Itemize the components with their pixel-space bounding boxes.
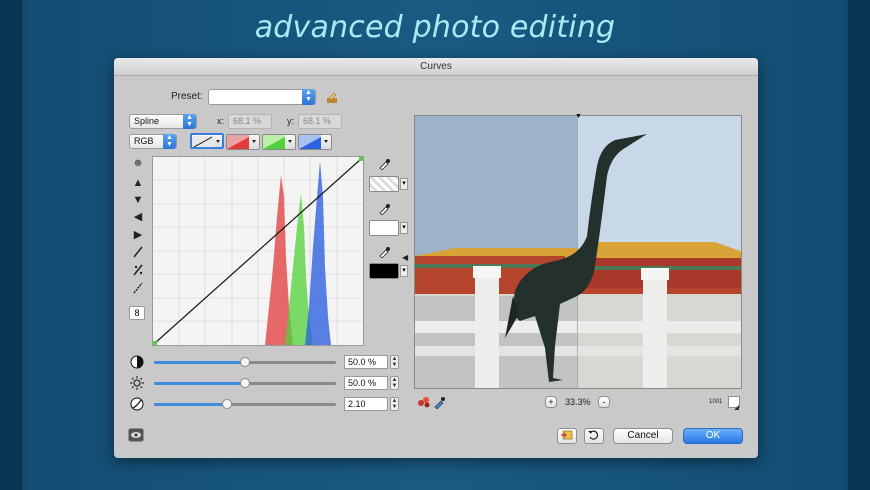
sun-icon (130, 376, 144, 390)
brightness-slider[interactable] (154, 378, 336, 388)
split-marker-icon[interactable]: ▼ (575, 113, 582, 120)
dialog-title: Curves (114, 58, 758, 76)
curve-graph-svg (153, 157, 363, 345)
import-button[interactable] (557, 428, 577, 444)
undo-icon (588, 430, 599, 440)
x-field[interactable]: 68.1 % (228, 114, 272, 129)
contrast-stepper-icon[interactable]: ▲ ▼ (390, 355, 399, 369)
color-sample-icon[interactable] (417, 395, 431, 409)
preview-toggle-icon[interactable] (128, 428, 144, 442)
contrast-icon (130, 355, 144, 369)
curve-point-start (153, 341, 157, 345)
x-label: x: (217, 116, 225, 126)
draw-line-icon[interactable] (131, 246, 145, 260)
y-field[interactable]: 68.1 % (298, 114, 342, 129)
import-icon (561, 430, 573, 440)
eyedropper-black-icon[interactable] (378, 157, 390, 171)
curves-dialog: Curves Preset: ▲ ▼ Spline ▲ ▼ x: 68.1 % y:… (114, 58, 758, 458)
zoom-out-button[interactable]: - (598, 396, 610, 408)
channel-stepper-icon[interactable]: ▲ ▼ (163, 134, 176, 149)
midtone-swatch-chevron-icon[interactable]: ▾ (400, 222, 408, 234)
gamma-value[interactable]: 2.10 (344, 397, 388, 411)
move-left-icon[interactable]: ◀ (131, 210, 145, 224)
channel-green-button[interactable] (262, 134, 296, 150)
contrast-slider-fill (154, 361, 245, 364)
gamma-slider-fill (154, 403, 227, 406)
highlight-swatch[interactable] (369, 263, 399, 279)
midtone-swatch[interactable] (369, 220, 399, 236)
contrast-slider[interactable] (154, 357, 336, 367)
shadow-swatch[interactable] (369, 176, 399, 192)
mode-select[interactable]: Spline ▲ ▼ (129, 114, 197, 129)
left-edge (0, 0, 22, 490)
cancel-button[interactable]: Cancel (613, 428, 673, 444)
preset-select[interactable]: ▲ ▼ (208, 89, 316, 105)
split-handle-icon[interactable]: ◀ (402, 253, 408, 262)
channel-red-button[interactable] (226, 134, 260, 150)
zoom-value: 33.3% (565, 397, 591, 407)
ratio-label: 1001 (709, 399, 723, 405)
brightness-slider-knob[interactable] (240, 378, 250, 388)
eyedropper-white-icon[interactable] (378, 245, 390, 259)
eyedropper-gray-icon[interactable] (378, 202, 390, 216)
y-label: y: (287, 116, 295, 126)
pencil-curve-icon[interactable] (131, 282, 145, 296)
mode-stepper-icon[interactable]: ▲ ▼ (183, 114, 196, 129)
preset-label: Preset: (171, 91, 203, 102)
brightness-value[interactable]: 50.0 % (344, 376, 388, 390)
headline: advanced photo editing (254, 10, 616, 45)
point-count-field[interactable]: 8 (129, 306, 145, 320)
right-edge (848, 0, 870, 490)
contrast-value[interactable]: 50.0 % (344, 355, 388, 369)
curve-point-end (359, 157, 363, 161)
curve-graph[interactable] (152, 156, 364, 346)
channel-rgb-button[interactable] (190, 133, 224, 149)
move-right-icon[interactable]: ▶ (131, 228, 145, 242)
preview-image[interactable] (414, 115, 742, 389)
save-preset-icon[interactable] (326, 91, 338, 103)
gamma-slider[interactable] (154, 399, 336, 409)
gamma-slider-knob[interactable] (222, 399, 232, 409)
reset-button[interactable] (584, 428, 604, 444)
channel-value: RGB (134, 136, 154, 146)
gamma-stepper-icon[interactable]: ▲ ▼ (390, 397, 399, 411)
smooth-curve-icon[interactable] (131, 264, 145, 278)
channel-select[interactable]: RGB ▲ ▼ (129, 134, 177, 149)
preset-stepper-icon[interactable]: ▲ ▼ (302, 89, 315, 105)
eyedropper-preview-icon[interactable] (433, 395, 445, 410)
highlight-swatch-chevron-icon[interactable]: ▾ (400, 265, 408, 277)
gamma-icon (130, 397, 144, 411)
ok-button[interactable]: OK (683, 428, 743, 444)
preview-photo (415, 116, 741, 388)
mode-value: Spline (134, 116, 160, 126)
fit-window-icon[interactable] (728, 396, 740, 410)
brightness-stepper-icon[interactable]: ▲ ▼ (390, 376, 399, 390)
move-up-icon[interactable]: ▲ (131, 176, 145, 190)
preset-value (209, 95, 213, 105)
hand-icon[interactable]: ☻ (131, 156, 145, 170)
channel-blue-button[interactable] (298, 134, 332, 150)
zoom-in-button[interactable]: + (545, 396, 557, 408)
shadow-swatch-chevron-icon[interactable]: ▾ (400, 178, 408, 190)
move-down-icon[interactable]: ▼ (131, 193, 145, 207)
brightness-slider-fill (154, 382, 245, 385)
contrast-slider-knob[interactable] (240, 357, 250, 367)
